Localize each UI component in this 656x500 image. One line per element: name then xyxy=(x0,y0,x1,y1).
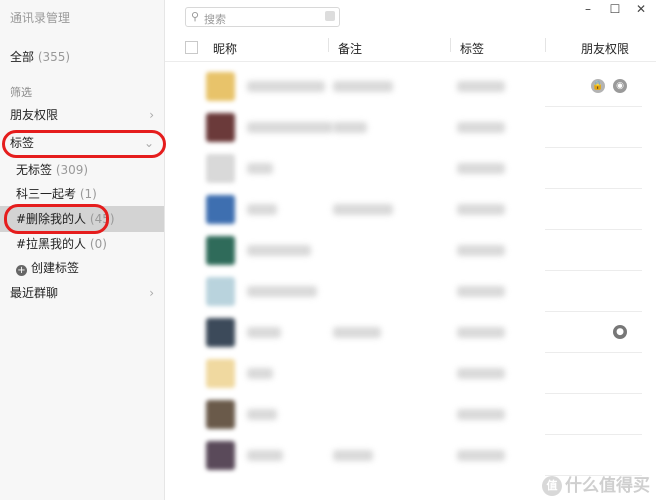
chevron-right-icon: › xyxy=(149,108,154,122)
blurred-nickname xyxy=(247,368,273,379)
blurred-remark xyxy=(333,204,393,215)
tag-count: (45) xyxy=(89,212,115,226)
select-all-checkbox[interactable] xyxy=(185,41,198,54)
table-row[interactable]: ● xyxy=(165,312,656,353)
table-row[interactable] xyxy=(165,271,656,312)
column-remark[interactable]: 备注 xyxy=(338,40,362,57)
blurred-nickname xyxy=(247,81,325,92)
blurred-tag xyxy=(457,245,505,256)
avatar xyxy=(206,154,235,183)
tag-label: 无标签 xyxy=(16,163,53,177)
sidebar: 通讯录管理 全部 (355) 筛选 朋友权限 › 标签 ⌄ 无标签 (309) … xyxy=(0,0,165,500)
blurred-nickname xyxy=(247,450,283,461)
minimize-button[interactable]: – xyxy=(580,2,596,16)
table-row[interactable] xyxy=(165,230,656,271)
tag-item-untagged[interactable]: 无标签 (309) xyxy=(0,158,164,182)
plus-icon: + xyxy=(16,265,27,276)
blurred-remark xyxy=(333,122,367,133)
eye-icon: ◉ xyxy=(613,79,627,93)
tag-item-deleted-me[interactable]: #删除我的人 (45) xyxy=(0,206,164,232)
sidebar-item-all[interactable]: 全部 (355) xyxy=(0,45,164,69)
column-divider xyxy=(450,38,451,52)
blurred-tag xyxy=(457,450,505,461)
close-button[interactable]: ✕ xyxy=(633,2,649,16)
column-nickname[interactable]: 昵称 xyxy=(213,40,237,57)
maximize-button[interactable]: ☐ xyxy=(607,2,623,16)
tag-label: #删除我的人 xyxy=(16,212,87,226)
filter-section-label: 筛选 xyxy=(10,86,32,99)
blurred-nickname xyxy=(247,409,277,420)
tag-count: (309) xyxy=(55,163,89,177)
avatar xyxy=(206,359,235,388)
sidebar-item-recent-groups[interactable]: 最近群聊 › xyxy=(0,281,164,305)
column-tags[interactable]: 标签 xyxy=(460,40,484,57)
watermark-text: 什么值得买 xyxy=(565,476,650,496)
blurred-tag xyxy=(457,204,505,215)
sidebar-item-all-count: (355) xyxy=(37,50,71,64)
blurred-nickname xyxy=(247,204,277,215)
sidebar-item-tags[interactable]: 标签 ⌄ xyxy=(0,131,164,155)
blurred-nickname xyxy=(247,245,311,256)
sidebar-item-recent-groups-label: 最近群聊 xyxy=(10,286,59,300)
tag-count: (0) xyxy=(89,237,107,251)
table-row[interactable] xyxy=(165,189,656,230)
clear-icon[interactable] xyxy=(325,11,335,21)
blurred-tag xyxy=(457,163,505,174)
watermark: 值什么值得买 xyxy=(542,471,650,496)
blurred-remark xyxy=(333,450,373,461)
avatar xyxy=(206,318,235,347)
blurred-nickname xyxy=(247,286,317,297)
tag-label: 科三一起考 xyxy=(16,187,77,201)
table-row[interactable]: 🔒 ◉ xyxy=(165,66,656,107)
blurred-nickname xyxy=(247,163,273,174)
sidebar-item-friend-permission[interactable]: 朋友权限 › xyxy=(0,103,164,127)
blurred-tag xyxy=(457,409,505,420)
tag-label: #拉黑我的人 xyxy=(16,237,87,251)
blurred-tag xyxy=(457,327,505,338)
search-icon: ⚲ xyxy=(191,10,200,23)
watermark-logo-icon: 值 xyxy=(542,476,562,496)
sidebar-item-tags-label: 标签 xyxy=(10,136,35,150)
table-row[interactable] xyxy=(165,148,656,189)
table-row[interactable] xyxy=(165,353,656,394)
app-title: 通讯录管理 xyxy=(10,11,71,25)
search-box[interactable]: ⚲ 搜索 xyxy=(185,7,340,27)
blurred-remark xyxy=(333,327,381,338)
avatar xyxy=(206,72,235,101)
avatar xyxy=(206,441,235,470)
blurred-remark xyxy=(333,81,393,92)
create-tag-label: 创建标签 xyxy=(31,261,80,275)
tag-count: (1) xyxy=(79,187,97,201)
avatar xyxy=(206,195,235,224)
column-friend-permission[interactable]: 朋友权限 xyxy=(581,40,629,57)
column-divider xyxy=(328,38,329,52)
blurred-tag xyxy=(457,122,505,133)
sidebar-item-all-label: 全部 xyxy=(10,50,35,64)
avatar xyxy=(206,277,235,306)
blurred-tag xyxy=(457,368,505,379)
user-icon: ● xyxy=(613,325,627,339)
blurred-nickname xyxy=(247,122,333,133)
blurred-nickname xyxy=(247,327,281,338)
create-tag-button[interactable]: + 创建标签 xyxy=(0,256,164,280)
table-row[interactable] xyxy=(165,394,656,435)
chevron-down-icon: ⌄ xyxy=(143,136,154,150)
blurred-tag xyxy=(457,286,505,297)
table-row[interactable] xyxy=(165,435,656,476)
avatar xyxy=(206,400,235,429)
tag-item-blocked-me[interactable]: #拉黑我的人 (0) xyxy=(0,232,164,256)
blurred-tag xyxy=(457,81,505,92)
lock-icon: 🔒 xyxy=(591,79,605,93)
table-row[interactable] xyxy=(165,107,656,148)
avatar xyxy=(206,236,235,265)
search-input[interactable]: 搜索 xyxy=(204,11,226,27)
column-divider xyxy=(545,38,546,52)
sidebar-item-friend-permission-label: 朋友权限 xyxy=(10,108,59,122)
chevron-right-icon: › xyxy=(149,286,154,300)
table-header: 昵称 备注 标签 朋友权限 xyxy=(165,35,656,62)
tag-item-kesan[interactable]: 科三一起考 (1) xyxy=(0,182,164,206)
avatar xyxy=(206,113,235,142)
